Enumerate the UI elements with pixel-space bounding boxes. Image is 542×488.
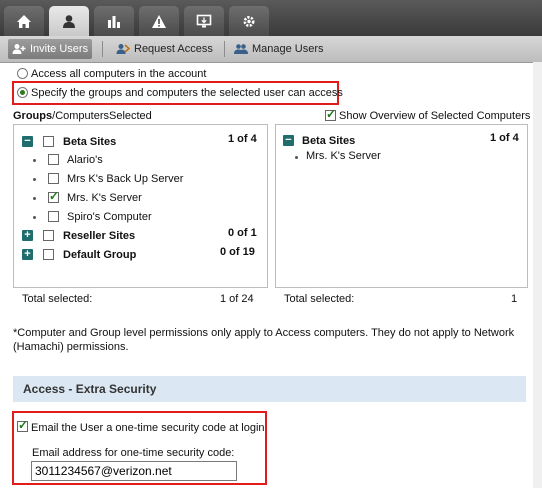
overview-computer-name: Mrs. K's Server — [306, 150, 381, 162]
show-overview-checkbox[interactable] — [325, 107, 336, 121]
computer-name: Spiro's Computer — [67, 211, 152, 223]
total-selected-label: Total selected: — [22, 293, 93, 305]
collapse-overview-beta-button[interactable]: − — [283, 135, 294, 146]
request-access-icon — [116, 44, 130, 54]
computer-checkbox[interactable] — [48, 173, 59, 184]
computer-name: Mrs K's Back Up Server — [67, 173, 184, 185]
tree-bullet — [33, 159, 36, 162]
reseller-sites-checkbox[interactable] — [43, 230, 54, 241]
email-code-checkbox[interactable] — [17, 418, 28, 432]
computer-checkbox[interactable] — [48, 189, 59, 203]
extra-security-title: Access - Extra Security — [23, 382, 157, 396]
default-group-checkbox[interactable] — [43, 249, 54, 260]
email-address-label: Email address for one-time security code… — [32, 447, 235, 459]
sub-nav-bar: Invite Users Request Access Manage Users — [0, 36, 542, 63]
total-selected-value: 1 of 24 — [220, 293, 254, 305]
groups-header-groups: Groups — [13, 110, 53, 122]
computer-name: Alario's — [67, 154, 103, 166]
tree-bullet — [33, 197, 36, 200]
email-code-label: Email the User a one-time security code … — [31, 422, 265, 434]
tree-bullet — [33, 178, 36, 181]
alerts-tab[interactable] — [139, 6, 179, 36]
overview-group-count: 1 of 4 — [490, 132, 519, 144]
expand-default-button[interactable]: + — [22, 249, 33, 260]
overview-total-value: 1 — [511, 293, 518, 305]
groups-header: Groups/ComputersSelected — [13, 110, 152, 122]
reseller-sites-label: Reseller Sites — [63, 230, 136, 242]
overview-total-label: Total selected: — [284, 293, 355, 305]
reseller-sites-count: 0 of 1 — [228, 227, 257, 239]
beta-sites-count: 1 of 4 — [228, 133, 257, 145]
groups-header-selected: Selected — [108, 110, 152, 122]
subnav-divider — [224, 41, 225, 57]
users-tab[interactable] — [49, 6, 89, 36]
permissions-note: *Computer and Group level permissions on… — [13, 327, 515, 353]
subnav-divider — [102, 41, 103, 57]
invite-users-label: Invite Users — [30, 43, 89, 55]
top-nav-bar — [0, 0, 542, 36]
groups-tree-panel: − Beta Sites 1 of 4 Alario's Mrs K's Bac… — [13, 124, 268, 288]
computer-name: Mrs. K's Server — [67, 192, 142, 204]
computer-checkbox[interactable] — [48, 154, 59, 165]
collapse-beta-button[interactable]: − — [22, 136, 33, 147]
monitor-icon — [196, 14, 212, 27]
tree-bullet — [33, 216, 36, 219]
request-access-button[interactable]: Request Access — [112, 39, 217, 59]
show-overview-label: Show Overview of Selected Computers — [339, 110, 531, 122]
reports-tab[interactable] — [94, 6, 134, 36]
default-group-label: Default Group — [63, 249, 137, 261]
gear-icon — [243, 15, 255, 27]
manage-users-icon — [234, 44, 248, 54]
expand-reseller-button[interactable]: + — [22, 230, 33, 241]
deploy-tab[interactable] — [184, 6, 224, 36]
groups-header-computers: Computers — [55, 110, 109, 122]
computer-checkbox[interactable] — [48, 211, 59, 222]
warning-icon — [152, 14, 166, 28]
request-access-label: Request Access — [134, 43, 213, 55]
settings-tab[interactable] — [229, 6, 269, 36]
beta-sites-checkbox[interactable] — [43, 136, 54, 147]
bar-chart-icon — [108, 15, 120, 28]
invite-user-icon — [12, 44, 26, 54]
home-icon — [17, 14, 31, 28]
overview-panel: − Beta Sites 1 of 4 Mrs. K's Server — [275, 124, 528, 288]
extra-security-header: Access - Extra Security — [13, 376, 526, 402]
email-address-input[interactable] — [31, 461, 237, 481]
beta-sites-label: Beta Sites — [63, 136, 117, 148]
access-all-radio[interactable] — [17, 68, 28, 79]
specify-groups-label: Specify the groups and computers the sel… — [31, 87, 343, 99]
overview-group-label: Beta Sites — [302, 135, 356, 147]
default-group-count: 0 of 19 — [220, 246, 255, 258]
scrollbar[interactable] — [533, 62, 542, 488]
access-all-label: Access all computers in the account — [31, 68, 207, 80]
specify-groups-radio[interactable] — [17, 87, 28, 98]
manage-users-label: Manage Users — [252, 43, 324, 55]
manage-users-button[interactable]: Manage Users — [230, 39, 328, 59]
home-tab[interactable] — [4, 6, 44, 36]
invite-users-button[interactable]: Invite Users — [8, 39, 93, 59]
user-icon — [63, 14, 75, 28]
tree-bullet — [295, 156, 298, 159]
